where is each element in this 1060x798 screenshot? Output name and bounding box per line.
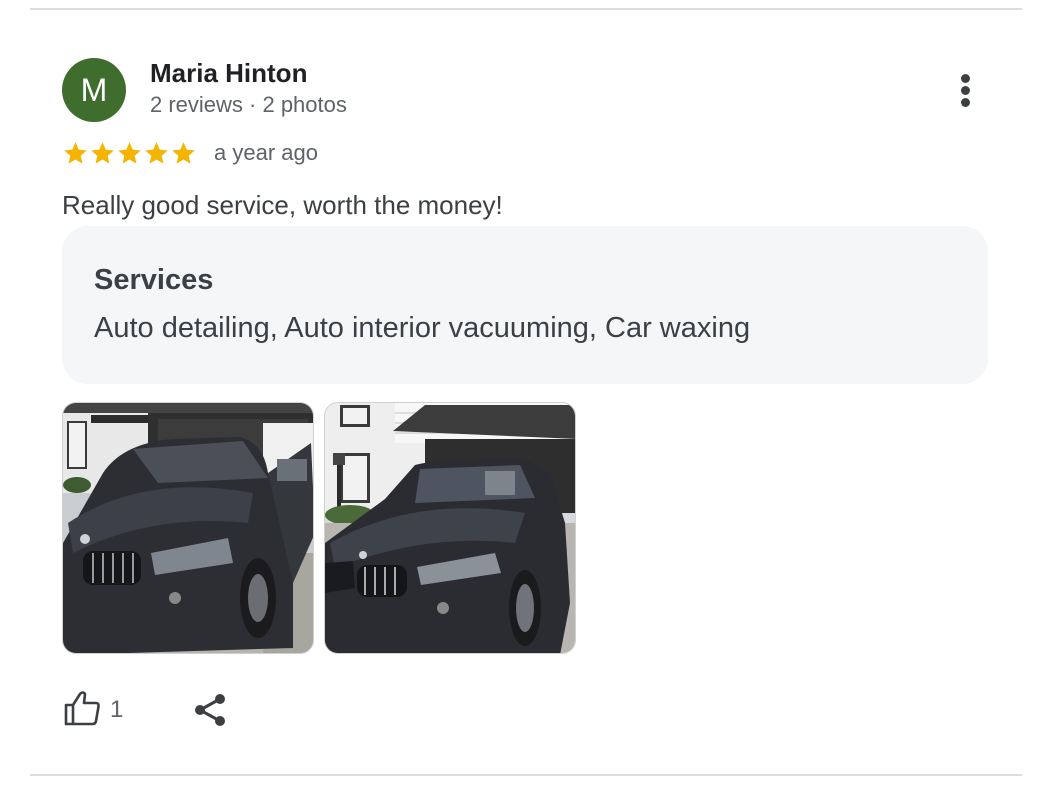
more-options-button[interactable] (946, 68, 986, 112)
star-icon (172, 142, 195, 164)
top-divider (30, 8, 1022, 10)
review-photo-2[interactable] (324, 402, 576, 654)
share-button[interactable] (190, 690, 230, 730)
like-button[interactable]: 1 (62, 690, 123, 730)
thumb-up-icon (62, 688, 102, 733)
review-photo-1[interactable] (62, 402, 314, 654)
star-icon (145, 142, 168, 164)
services-card: Services Auto detailing, Auto interior v… (62, 226, 988, 384)
star-icon (118, 142, 141, 164)
bottom-divider (30, 774, 1022, 776)
review-text: Really good service, worth the money! (62, 190, 503, 220)
services-title: Services (94, 264, 214, 296)
share-icon (190, 694, 230, 734)
avatar[interactable]: M (62, 58, 126, 122)
star-icon (91, 142, 114, 164)
like-count: 1 (110, 696, 124, 723)
star-icon (64, 142, 87, 164)
star-rating (62, 140, 197, 170)
author-meta: 2 reviews · 2 photos (150, 92, 347, 117)
services-list: Auto detailing, Auto interior vacuuming,… (94, 312, 751, 344)
review-time: a year ago (214, 140, 318, 165)
author-name[interactable]: Maria Hinton (150, 58, 307, 89)
